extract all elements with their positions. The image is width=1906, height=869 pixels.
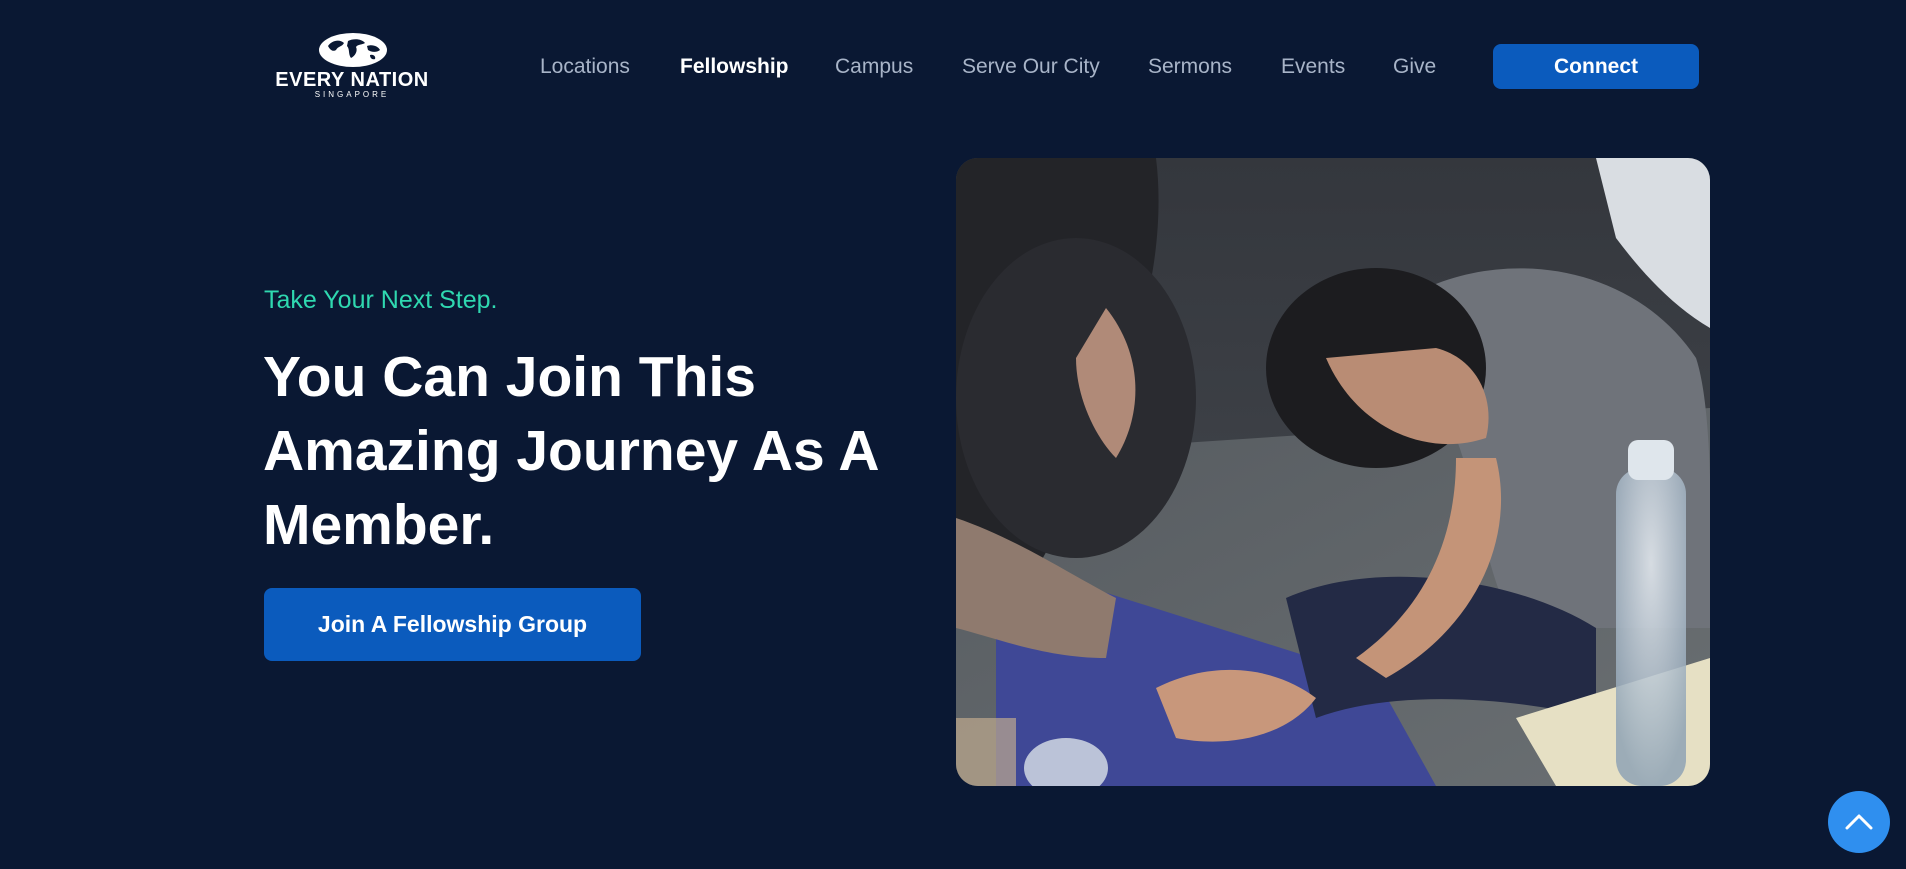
page: EVERY NATION SINGAPORE Locations Fellows…: [0, 0, 1906, 869]
nav-item-give[interactable]: Give: [1393, 52, 1436, 82]
scroll-to-top-button[interactable]: [1828, 791, 1890, 853]
globe-icon: [319, 33, 387, 67]
join-fellowship-group-button[interactable]: Join A Fellowship Group: [264, 588, 641, 661]
hero-photo-illustration: [956, 158, 1710, 786]
hero-photo: [956, 158, 1710, 786]
hero-eyebrow: Take Your Next Step.: [264, 286, 498, 314]
nav-item-sermons[interactable]: Sermons: [1148, 52, 1232, 82]
nav-item-fellowship[interactable]: Fellowship: [680, 52, 789, 82]
nav-item-campus[interactable]: Campus: [835, 52, 913, 82]
nav-item-serve-our-city[interactable]: Serve Our City: [962, 52, 1100, 82]
brand-logo[interactable]: EVERY NATION SINGAPORE: [256, 32, 448, 102]
chevron-up-icon: [1845, 814, 1873, 830]
nav-item-locations[interactable]: Locations: [540, 52, 630, 82]
nav-item-events[interactable]: Events: [1281, 52, 1345, 82]
connect-button[interactable]: Connect: [1493, 44, 1699, 89]
hero-headline: You Can Join This Amazing Journey As A M…: [263, 345, 878, 557]
brand-name: EVERY NATION: [275, 69, 429, 91]
brand-subtitle: SINGAPORE: [314, 90, 390, 99]
